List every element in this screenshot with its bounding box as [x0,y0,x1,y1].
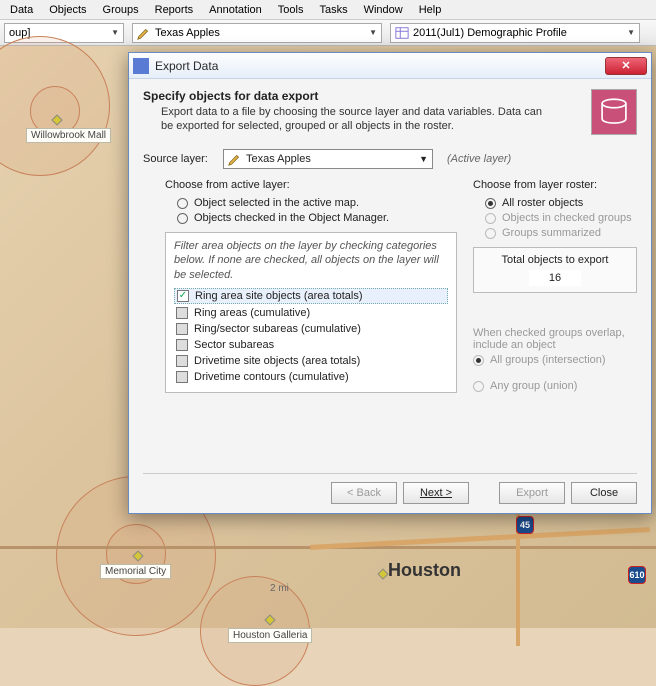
dataset-dropdown-value: 2011(Jul1) Demographic Profile [413,27,567,39]
radio-all-groups: All groups (intersection) [473,354,637,366]
radio-any-group: Any group (union) [473,380,637,392]
check-drivetime-contours[interactable]: Drivetime contours (cumulative) [174,370,448,384]
layer-dropdown[interactable]: Texas Apples ▼ [132,23,382,43]
radio-objects-checked[interactable]: Objects checked in the Object Manager. [177,212,457,224]
close-icon: ✕ [621,59,630,72]
menu-groups[interactable]: Groups [97,2,145,17]
layer-dropdown-value: Texas Apples [155,27,220,39]
export-button: Export [499,482,565,504]
menu-bar: Data Objects Groups Reports Annotation T… [0,0,656,20]
dialog-subheading: Export data to a file by choosing the so… [143,105,583,134]
chevron-down-icon: ▼ [365,28,377,37]
source-layer-label: Source layer: [143,153,223,165]
menu-reports[interactable]: Reports [149,2,200,17]
radio-groups-summarized: Groups summarized [485,227,637,239]
app-icon [133,58,149,74]
choose-active-label: Choose from active layer: [165,179,457,191]
map-label-galleria: Houston Galleria [228,628,312,643]
menu-objects[interactable]: Objects [43,2,92,17]
menu-tools[interactable]: Tools [272,2,310,17]
dialog-heading: Specify objects for data export [143,89,583,103]
choose-roster-label: Choose from layer roster: [473,179,637,191]
next-button[interactable]: Next > [403,482,469,504]
check-ring-area-site[interactable]: Ring area site objects (area totals) [174,288,448,304]
chevron-down-icon: ▼ [107,28,119,37]
table-icon [395,26,409,40]
pencil-icon [228,152,242,166]
menu-window[interactable]: Window [358,2,409,17]
check-ring-areas[interactable]: Ring areas (cumulative) [174,306,448,320]
total-objects-box: Total objects to export 16 [473,247,637,293]
source-layer-dropdown[interactable]: Texas Apples ▼ [223,149,433,169]
overlap-hint: When checked groups overlap, include an … [473,327,637,351]
dataset-dropdown[interactable]: 2011(Jul1) Demographic Profile ▼ [390,23,640,43]
source-layer-value: Texas Apples [246,153,311,165]
radio-checked-groups: Objects in checked groups [485,212,637,224]
menu-annotation[interactable]: Annotation [203,2,268,17]
check-sector-subareas[interactable]: Sector subareas [174,338,448,352]
menu-help[interactable]: Help [413,2,448,17]
total-objects-label: Total objects to export [482,254,628,266]
map-scale: 2 mi [266,582,293,595]
export-data-dialog: Export Data ✕ Specify objects for data e… [128,52,652,514]
active-layer-hint: (Active layer) [447,153,511,165]
check-drivetime-site[interactable]: Drivetime site objects (area totals) [174,354,448,368]
city-label-houston: Houston [388,560,461,581]
menu-tasks[interactable]: Tasks [313,2,353,17]
chevron-down-icon: ▼ [623,28,635,37]
dialog-title: Export Data [155,59,218,73]
toolbar: oup] ▼ Texas Apples ▼ 2011(Jul1) Demogra… [0,20,656,46]
interstate-shield-45: 45 [516,516,534,534]
filter-box: Filter area objects on the layer by chec… [165,232,457,393]
close-button[interactable]: ✕ [605,57,647,75]
map-label-willowbrook: Willowbrook Mall [26,128,111,143]
radio-object-selected[interactable]: Object selected in the active map. [177,197,457,209]
chevron-down-icon: ▼ [419,154,428,164]
interstate-shield-610: 610 [628,566,646,584]
filter-hint: Filter area objects on the layer by chec… [174,239,448,282]
pencil-icon [137,26,151,40]
back-button: < Back [331,482,397,504]
total-objects-value: 16 [529,270,581,286]
dialog-body: Specify objects for data export Export d… [129,79,651,513]
database-icon [591,89,637,135]
city-marker [377,568,388,579]
radio-all-roster[interactable]: All roster objects [485,197,637,209]
map-label-memorial: Memorial City [100,564,171,579]
dialog-titlebar[interactable]: Export Data ✕ [129,53,651,79]
menu-data[interactable]: Data [4,2,39,17]
check-ring-sector-subareas[interactable]: Ring/sector subareas (cumulative) [174,322,448,336]
close-dialog-button[interactable]: Close [571,482,637,504]
button-row: < Back Next > Export Close [143,473,637,503]
